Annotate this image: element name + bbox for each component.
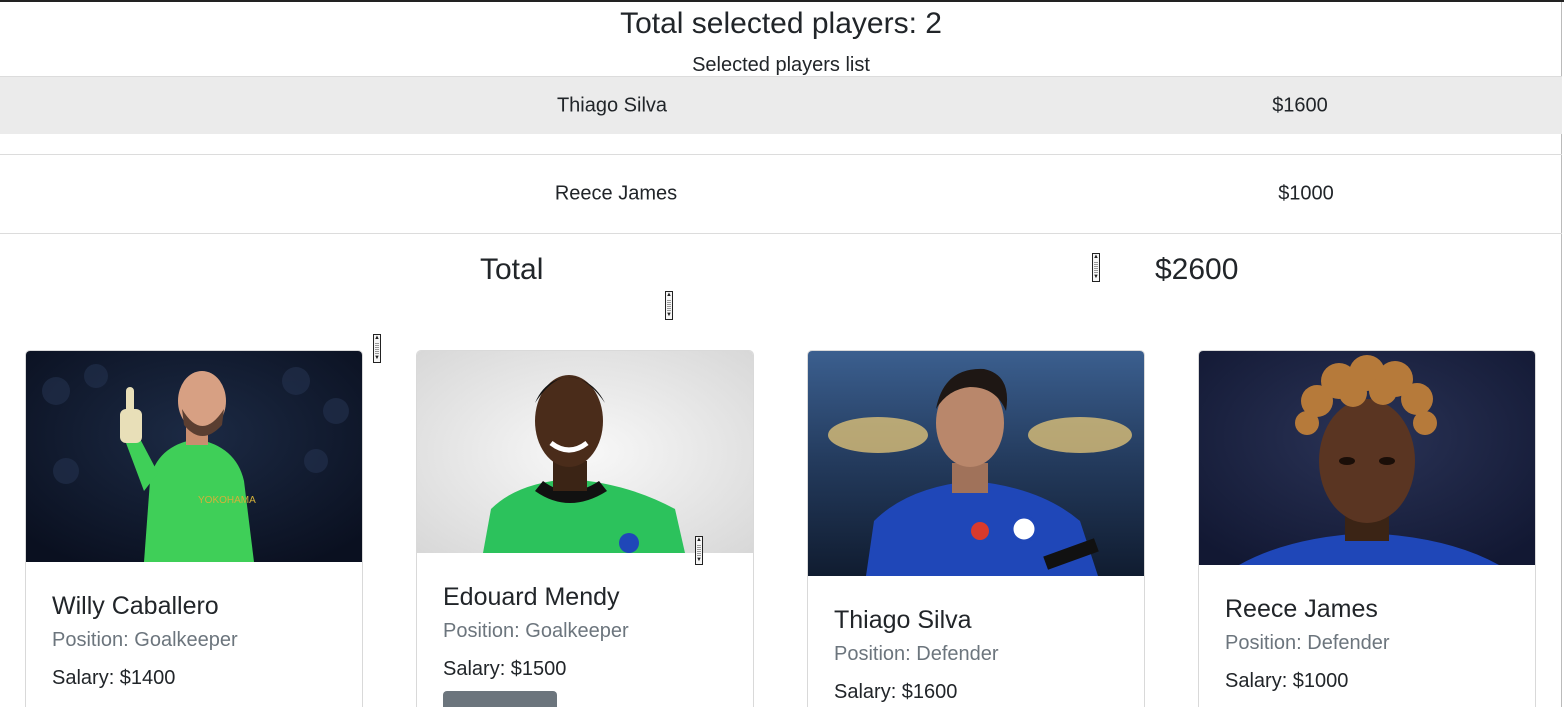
player-position: Position: Defender bbox=[1225, 632, 1390, 654]
table-row: Thiago Silva $1600 bbox=[0, 76, 1562, 134]
player-position: Position: Goalkeeper bbox=[443, 620, 629, 642]
player-photo-image bbox=[808, 351, 1144, 576]
player-photo bbox=[1199, 351, 1535, 565]
selected-list-heading: Selected players list bbox=[692, 54, 870, 76]
player-card: YOKOHAMA Willy Caballero Position: Goalk… bbox=[25, 350, 363, 707]
total-value: $2600 bbox=[1155, 253, 1239, 286]
selected-player-salary: $1600 bbox=[1272, 94, 1328, 116]
resize-handle-icon[interactable]: ▲ ▼ bbox=[1092, 253, 1100, 282]
player-photo bbox=[417, 351, 753, 553]
player-salary: Salary: $1400 bbox=[52, 667, 176, 689]
player-photo-image bbox=[417, 351, 753, 553]
page: Total selected players: 2 Selected playe… bbox=[0, 0, 1564, 707]
page-title: Total selected players: 2 bbox=[620, 7, 942, 40]
player-name: Edouard Mendy bbox=[443, 583, 620, 611]
selected-player-salary: $1000 bbox=[1278, 182, 1334, 205]
player-photo-image: YOKOHAMA bbox=[26, 351, 362, 562]
player-name: Thiago Silva bbox=[834, 606, 972, 634]
player-photo-image bbox=[1199, 351, 1535, 565]
select-player-button[interactable] bbox=[443, 691, 557, 707]
resize-handle-icon[interactable]: ▲ ▼ bbox=[695, 536, 703, 565]
player-name: Willy Caballero bbox=[52, 592, 219, 620]
player-card: Thiago Silva Position: Defender Salary: … bbox=[807, 350, 1145, 707]
player-position: Position: Goalkeeper bbox=[52, 629, 238, 651]
player-card: Reece James Position: Defender Salary: $… bbox=[1198, 350, 1536, 707]
selected-player-name: Thiago Silva bbox=[556, 94, 668, 116]
svg-text:YOKOHAMA: YOKOHAMA bbox=[198, 495, 256, 506]
player-photo: YOKOHAMA bbox=[26, 351, 362, 562]
total-label: Total bbox=[480, 253, 544, 286]
resize-handle-icon[interactable]: ▲ ▼ bbox=[665, 291, 673, 320]
resize-handle-icon[interactable]: ▲ ▼ bbox=[373, 334, 381, 363]
table-row: Reece James $1000 bbox=[0, 154, 1562, 234]
selected-player-name: Reece James bbox=[554, 182, 678, 205]
player-salary: Salary: $1600 bbox=[834, 681, 958, 703]
player-card: Edouard Mendy Position: Goalkeeper Salar… bbox=[416, 350, 754, 707]
player-salary: Salary: $1000 bbox=[1225, 670, 1349, 692]
player-name: Reece James bbox=[1225, 595, 1378, 623]
player-photo bbox=[808, 351, 1144, 576]
player-salary: Salary: $1500 bbox=[443, 658, 567, 680]
player-position: Position: Defender bbox=[834, 643, 999, 665]
